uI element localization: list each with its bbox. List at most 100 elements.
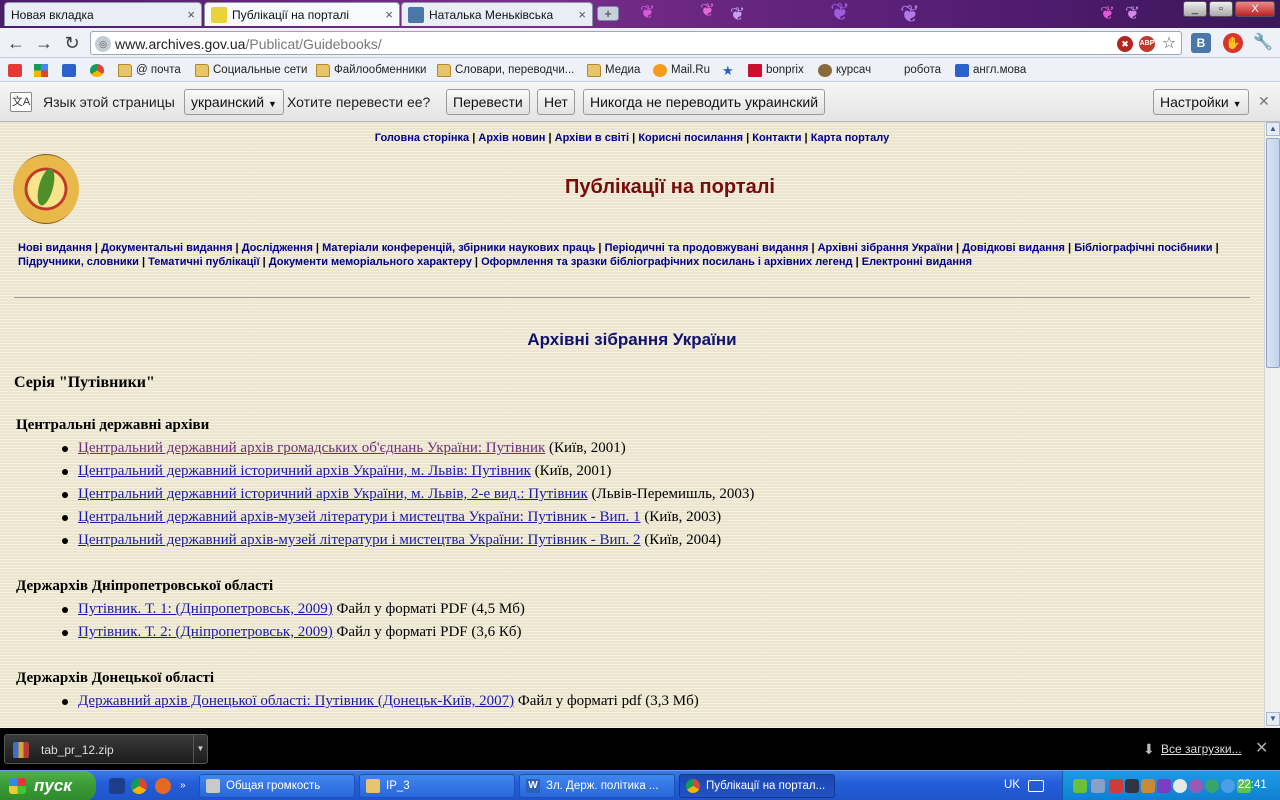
bookmark-robota[interactable]: робота	[886, 62, 941, 78]
tray-app-icon[interactable]	[1073, 779, 1087, 793]
antivirus-icon[interactable]	[1109, 779, 1123, 793]
task-volume[interactable]: Общая громкость	[199, 774, 355, 798]
bookmark-folder-dictionaries[interactable]: Словари, переводчи...	[437, 62, 574, 78]
task-folder[interactable]: IP_3	[359, 774, 515, 798]
blocked-popup-icon[interactable]: ✖	[1117, 36, 1133, 52]
tray-app-icon[interactable]	[1173, 779, 1187, 793]
section-nav-link[interactable]: Матеріали конференцій, збірники наукових…	[322, 242, 595, 254]
guidebook-link[interactable]: Центральний державний архів громадських …	[78, 440, 545, 456]
display-icon[interactable]	[1125, 779, 1139, 793]
tray-app-icon[interactable]	[1221, 779, 1235, 793]
bookmark-folder-mail[interactable]: @ почта	[118, 62, 181, 78]
top-nav-link[interactable]: Архів новин	[478, 132, 545, 144]
keyboard-icon[interactable]	[1028, 780, 1044, 792]
task-chrome[interactable]: Публікації на портал...	[679, 774, 835, 798]
section-nav-link[interactable]: Нові видання	[18, 242, 92, 254]
bookmark-yandex[interactable]	[8, 62, 26, 78]
tab-new-tab[interactable]: Новая вкладка ×	[4, 2, 202, 26]
adblock-extension-icon[interactable]: ✋	[1223, 33, 1243, 53]
section-nav-link[interactable]: Довідкові видання	[962, 242, 1065, 254]
address-bar[interactable]: ◎ www.archives.gov.ua/Publicat/Guidebook…	[90, 31, 1182, 55]
tab-publications[interactable]: Публікації на порталі ×	[204, 2, 400, 26]
never-translate-button[interactable]: Никогда не переводить украинский	[583, 89, 826, 115]
tray-app-icon[interactable]	[1205, 779, 1219, 793]
window-close-button[interactable]: X	[1235, 1, 1275, 17]
guidebook-link[interactable]: Центральний державний історичний архів У…	[78, 463, 531, 479]
bookmark-google[interactable]	[34, 62, 52, 78]
bookmark-english[interactable]: англ.мова	[955, 62, 1026, 78]
bookmark-kursach[interactable]: курсач	[818, 62, 871, 78]
forward-button[interactable]: →	[34, 33, 54, 53]
close-icon[interactable]: ×	[578, 7, 586, 22]
scroll-up-arrow-icon[interactable]: ▲	[1266, 122, 1280, 136]
section-nav-link[interactable]: Електронні видання	[862, 256, 972, 268]
show-all-downloads-link[interactable]: Все загрузки...	[1161, 742, 1242, 756]
section-nav-link[interactable]: Тематичні публікації	[148, 256, 259, 268]
vertical-scrollbar[interactable]: ▲ ▼	[1264, 122, 1280, 728]
minimize-button[interactable]: _	[1183, 1, 1207, 17]
section-nav-link[interactable]: Періодичні та продовжувані видання	[605, 242, 809, 254]
close-icon[interactable]: ✕	[1258, 93, 1270, 110]
adblock-icon[interactable]: ABP	[1139, 36, 1155, 52]
close-icon[interactable]: ✕	[1255, 738, 1268, 758]
bookmark-star[interactable]: ★	[722, 62, 740, 78]
translate-settings-button[interactable]: Настройки ▼	[1153, 89, 1249, 115]
wrench-menu-icon[interactable]: 🔧	[1253, 33, 1273, 53]
guidebook-details: (Київ, 2004)	[640, 532, 722, 548]
chevron-down-icon[interactable]: ▼	[193, 735, 207, 763]
reload-button[interactable]: ↻	[62, 33, 82, 53]
bookmark-star-icon[interactable]: ☆	[1161, 36, 1177, 52]
bookmark-folder-media[interactable]: Медиа	[587, 62, 640, 78]
bookmark-folder-filehosts[interactable]: Файлообменники	[316, 62, 426, 78]
section-nav-link[interactable]: Архівні зібрання України	[818, 242, 953, 254]
vk-extension-icon[interactable]: В	[1191, 33, 1211, 53]
photoshop-icon[interactable]	[109, 778, 125, 794]
tab-vk-profile[interactable]: Наталька Меньківська ×	[401, 2, 593, 26]
bookmark-mailru[interactable]: Mail.Ru	[653, 62, 710, 78]
guidebook-link[interactable]: Путівник. Т. 1: (Дніпропетровськ, 2009)	[78, 601, 333, 617]
firefox-icon[interactable]	[155, 778, 171, 794]
translate-button[interactable]: Перевести	[446, 89, 530, 115]
page-info-icon[interactable]: ◎	[95, 36, 111, 52]
bookmark-bonprix[interactable]: bonprix	[748, 62, 804, 78]
guidebook-link[interactable]: Центральний державний архів-музей літера…	[78, 532, 641, 548]
guidebook-details: (Львів-Перемишль, 2003)	[587, 486, 755, 502]
download-item[interactable]: tab_pr_12.zip ▼	[4, 734, 208, 764]
bookmark-folder-social[interactable]: Социальные сети	[195, 62, 307, 78]
section-nav-link[interactable]: Документи меморіального характеру	[269, 256, 472, 268]
top-nav-link[interactable]: Карта порталу	[811, 132, 890, 144]
tray-app-icon[interactable]	[1189, 779, 1203, 793]
scroll-down-arrow-icon[interactable]: ▼	[1266, 712, 1280, 726]
top-nav-link[interactable]: Контакти	[752, 132, 801, 144]
start-button[interactable]: пуск	[0, 771, 96, 800]
keyboard-language[interactable]: UK	[1004, 779, 1020, 791]
guidebook-link[interactable]: Путівник. Т. 2: (Дніпропетровськ, 2009)	[78, 624, 333, 640]
section-nav-link[interactable]: Оформлення та зразки бібліографічних пос…	[481, 256, 852, 268]
maximize-button[interactable]: ▫	[1209, 1, 1233, 17]
chrome-icon[interactable]	[131, 778, 147, 794]
bookmark-mail-agent[interactable]	[62, 62, 80, 78]
speaker-icon[interactable]	[1141, 779, 1155, 793]
close-icon[interactable]: ×	[385, 7, 393, 22]
back-button[interactable]: ←	[6, 33, 26, 53]
section-nav-link[interactable]: Документальні видання	[101, 242, 232, 254]
tray-app-icon[interactable]	[1157, 779, 1171, 793]
top-nav-link[interactable]: Головна сторінка	[375, 132, 469, 144]
task-word[interactable]: W Зл. Держ. політика ...	[519, 774, 675, 798]
top-nav-link[interactable]: Архіви в світі	[555, 132, 629, 144]
language-select[interactable]: украинский ▼	[184, 89, 284, 115]
section-nav-link[interactable]: Підручники, словники	[18, 256, 139, 268]
close-icon[interactable]: ×	[187, 7, 195, 22]
section-nav-link[interactable]: Бібліографічні посібники	[1074, 242, 1212, 254]
network-icon[interactable]	[1091, 779, 1105, 793]
chevron-right-icon[interactable]: »	[180, 780, 186, 791]
section-nav-link[interactable]: Дослідження	[242, 242, 313, 254]
scrollbar-thumb[interactable]	[1266, 138, 1280, 368]
guidebook-link[interactable]: Державний архів Донецької області: Путів…	[78, 693, 514, 709]
bookmark-chrome[interactable]	[90, 62, 108, 78]
new-tab-button[interactable]: +	[597, 6, 619, 21]
no-translate-button[interactable]: Нет	[537, 89, 575, 115]
guidebook-link[interactable]: Центральний державний історичний архів У…	[78, 486, 588, 502]
top-nav-link[interactable]: Корисні посилання	[638, 132, 743, 144]
guidebook-link[interactable]: Центральний державний архів-музей літера…	[78, 509, 641, 525]
